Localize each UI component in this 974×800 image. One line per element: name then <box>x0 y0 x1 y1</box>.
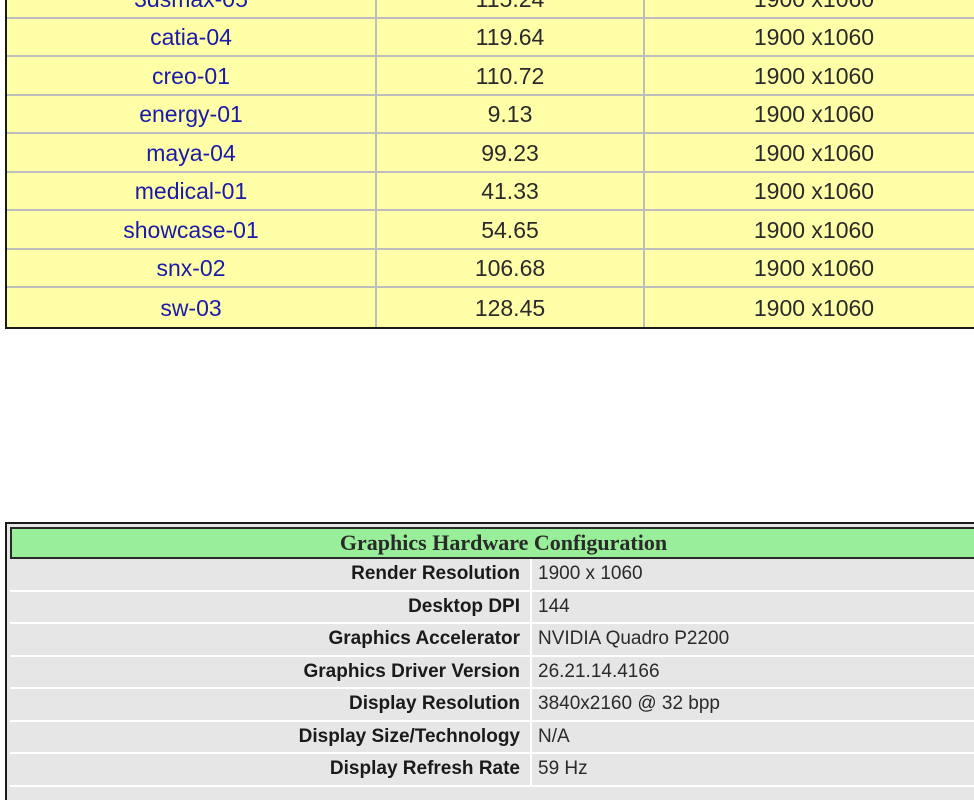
hw-label: Graphics Driver Version <box>303 660 521 682</box>
hw-label: Display Size/Technology <box>298 725 520 747</box>
score-cell: 9.13 <box>377 95 645 132</box>
viewset-name-cell: creo-01 <box>7 57 377 94</box>
hw-row-display-resolution: Display Resolution 3840x2160 @ 32 bpp <box>10 689 974 722</box>
score-cell: 115.24 <box>377 0 645 17</box>
hw-value: 144 <box>530 591 974 622</box>
resolution-cell: 1900 x1060 <box>753 24 875 51</box>
resolution-cell: 1900 x1060 <box>753 62 875 89</box>
hw-config-title: Graphics Hardware Configuration <box>10 527 974 559</box>
viewset-name-cell: medical-01 <box>7 172 377 209</box>
result-row: catia-04 119.64 1900 x1060 <box>7 18 974 57</box>
hw-value: NVIDIA Quadro P2200 <box>530 624 974 655</box>
resolution-cell: 1900 x1060 <box>753 294 875 321</box>
hw-row-render-resolution: Render Resolution 1900 x 1060 <box>10 559 974 592</box>
hw-label: Display Refresh Rate <box>329 758 520 780</box>
resolution-cell: 1900 x1060 <box>753 101 875 128</box>
score-cell: 110.72 <box>377 57 645 94</box>
viewset-name-cell: 3dsmax-05 <box>7 0 377 17</box>
hw-label: Graphics Accelerator <box>328 628 521 650</box>
hw-label: Desktop DPI <box>408 595 520 617</box>
score-cell: 99.23 <box>377 134 645 171</box>
result-row: snx-02 106.68 1900 x1060 <box>7 249 974 288</box>
hw-label: Display Resolution <box>348 693 520 715</box>
resolution-cell: 1900 x1060 <box>645 0 974 17</box>
resolution-cell: 1900 x1060 <box>753 178 875 205</box>
viewset-link[interactable]: sw-03 <box>160 295 221 322</box>
hw-value: 26.21.14.4166 <box>530 656 974 687</box>
score-cell: 54.65 <box>377 211 645 248</box>
viewset-name-cell: energy-01 <box>7 95 377 132</box>
result-row: showcase-01 54.65 1900 x1060 <box>7 211 974 250</box>
viewset-name-cell: sw-03 <box>7 288 377 327</box>
viewset-name-cell: catia-04 <box>7 18 377 55</box>
hw-row-graphics-accelerator: Graphics Accelerator NVIDIA Quadro P2200 <box>10 624 974 657</box>
viewset-link[interactable]: medical-01 <box>135 178 248 205</box>
viewset-results-table: 3dsmax-05 115.24 1900 x1060 catia-04 119… <box>5 0 974 329</box>
viewset-name-cell: maya-04 <box>7 134 377 171</box>
result-row: medical-01 41.33 1900 x1060 <box>7 172 974 211</box>
score-cell: 119.64 <box>377 18 645 55</box>
page: 3dsmax-05 115.24 1900 x1060 catia-04 119… <box>0 0 974 800</box>
viewset-link[interactable]: 3dsmax-05 <box>134 0 248 13</box>
hw-row-display-size: Display Size/Technology N/A <box>10 721 974 754</box>
graphics-hardware-config-table: Graphics Hardware Configuration Render R… <box>5 522 974 800</box>
score-cell: 128.45 <box>377 288 645 327</box>
result-row: sw-03 128.45 1900 x1060 <box>7 288 974 327</box>
hw-value: 1900 x 1060 <box>530 559 974 590</box>
viewset-link[interactable]: creo-01 <box>152 63 230 90</box>
viewset-link[interactable]: showcase-01 <box>123 217 259 244</box>
resolution-cell: 1900 x1060 <box>753 255 875 282</box>
viewset-link[interactable]: snx-02 <box>156 255 225 282</box>
resolution-cell: 1900 x1060 <box>753 216 875 243</box>
viewset-link[interactable]: catia-04 <box>150 24 232 51</box>
hw-row-refresh-rate: Display Refresh Rate 59 Hz <box>10 754 974 787</box>
viewset-link[interactable]: energy-01 <box>139 101 243 128</box>
result-row: energy-01 9.13 1900 x1060 <box>7 95 974 134</box>
hw-row-desktop-dpi: Desktop DPI 144 <box>10 591 974 624</box>
hw-value: 3840x2160 @ 32 bpp <box>530 689 974 720</box>
hw-row-driver-version: Graphics Driver Version 26.21.14.4166 <box>10 656 974 689</box>
result-row: 3dsmax-05 115.24 1900 x1060 <box>7 0 974 19</box>
hw-label: Render Resolution <box>351 563 520 585</box>
result-row: creo-01 110.72 1900 x1060 <box>7 57 974 96</box>
score-cell: 106.68 <box>377 249 645 286</box>
viewset-name-cell: showcase-01 <box>7 211 377 248</box>
resolution-cell: 1900 x1060 <box>753 139 875 166</box>
viewset-name-cell: snx-02 <box>7 249 377 286</box>
hw-value: 59 Hz <box>530 754 974 785</box>
score-cell: 41.33 <box>377 172 645 209</box>
viewset-link[interactable]: maya-04 <box>146 140 235 167</box>
result-row: maya-04 99.23 1900 x1060 <box>7 134 974 173</box>
hw-value: N/A <box>530 721 974 752</box>
